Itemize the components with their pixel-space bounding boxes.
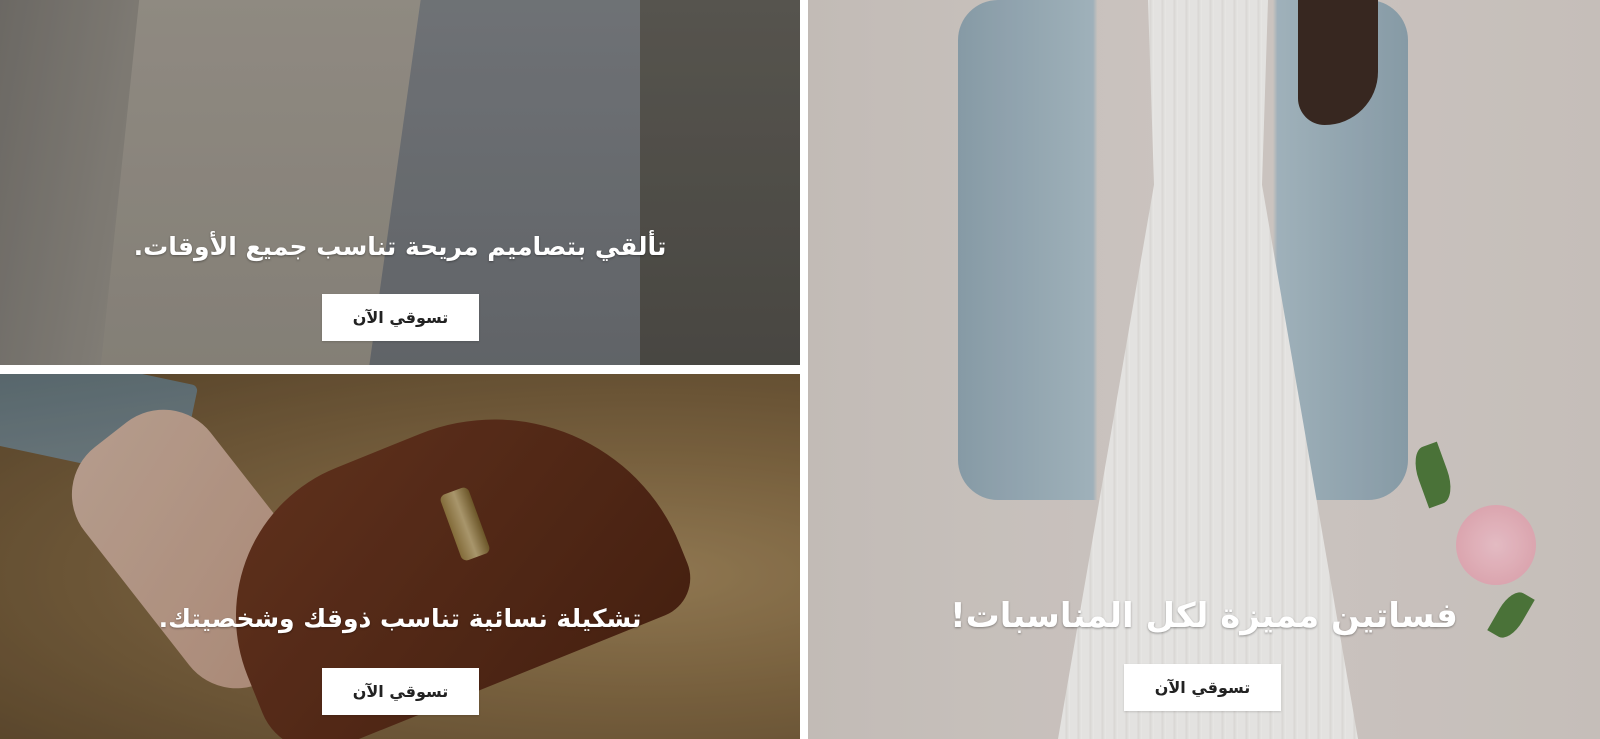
- promo-tile-shoes[interactable]: تشكيلة نسائية تناسب ذوقك وشخصيتك. تسوقي …: [0, 374, 800, 739]
- shop-now-button[interactable]: تسوقي الآن: [1124, 664, 1281, 711]
- shop-now-button[interactable]: تسوقي الآن: [322, 668, 479, 715]
- promo-grid: تألقي بتصاميم مريحة تناسب جميع الأوقات. …: [0, 0, 1600, 739]
- promo-headline: فساتين مميزة لكل المناسبات!: [950, 596, 1458, 636]
- shop-now-button[interactable]: تسوقي الآن: [322, 294, 479, 341]
- promo-tile-coats[interactable]: تألقي بتصاميم مريحة تناسب جميع الأوقات. …: [0, 0, 800, 365]
- promo-tile-dresses[interactable]: فساتين مميزة لكل المناسبات! تسوقي الآن: [808, 0, 1600, 739]
- promo-headline: تشكيلة نسائية تناسب ذوقك وشخصيتك.: [158, 604, 642, 633]
- promo-headline: تألقي بتصاميم مريحة تناسب جميع الأوقات.: [133, 232, 667, 261]
